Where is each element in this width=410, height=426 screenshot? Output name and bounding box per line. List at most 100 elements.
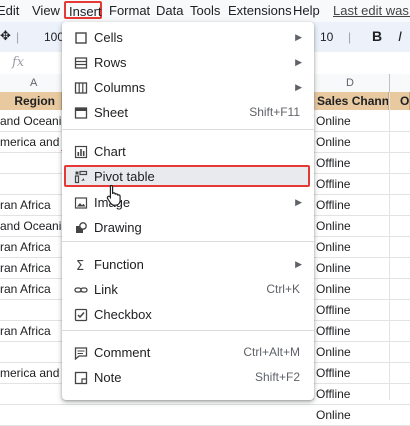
menu-item-label: Drawing	[94, 220, 142, 235]
menu-item-columns[interactable]: Columns ▶	[62, 76, 314, 100]
insert-menu: Cells ▶ Rows ▶ Columns ▶ Sheet Shift+F11 Chart Pi…	[62, 22, 314, 400]
fx-icon: fx	[12, 55, 25, 70]
chart-icon	[74, 145, 88, 159]
menu-separator	[62, 330, 314, 331]
menu-item-sheet[interactable]: Sheet Shift+F11	[62, 101, 314, 125]
image-icon	[74, 197, 88, 209]
menu-item-comment[interactable]: Comment Ctrl+Alt+M	[62, 341, 314, 365]
columns-icon	[74, 82, 88, 94]
sales-channel-cell[interactable]: Online	[316, 112, 388, 130]
menu-item-label: Columns	[94, 80, 146, 95]
menu-data[interactable]: Data	[156, 3, 183, 18]
column-header-d[interactable]: D	[346, 77, 354, 89]
sales-channel-cell[interactable]: Offline	[316, 385, 388, 403]
square-outline-icon	[75, 32, 87, 44]
column-divider	[389, 92, 390, 400]
shortcut-label: Shift+F11	[249, 105, 300, 119]
submenu-arrow-icon: ▶	[295, 197, 302, 207]
menu-view[interactable]: View	[32, 3, 60, 18]
checkbox-icon	[74, 308, 88, 322]
menu-item-rows[interactable]: Rows ▶	[62, 51, 314, 75]
region-cell[interactable]: merica and th	[0, 364, 62, 382]
menu-item-drawing[interactable]: Drawing	[62, 216, 314, 240]
sales-channel-cell[interactable]: Online	[316, 133, 388, 151]
toolbar-divider: |	[348, 30, 352, 44]
menu-item-label: Sheet	[94, 105, 128, 120]
menu-item-label: Rows	[94, 55, 127, 70]
region-cell[interactable]: ran Africa	[0, 196, 62, 214]
region-cell[interactable]	[0, 154, 62, 172]
menu-item-label: Chart	[94, 144, 126, 159]
region-cell[interactable]	[0, 343, 62, 361]
header-sales-channel[interactable]: Sales Channel	[314, 92, 389, 110]
menu-extensions[interactable]: Extensions	[228, 3, 292, 18]
sales-channel-cell[interactable]: Online	[316, 280, 388, 298]
italic-button[interactable]: I	[398, 28, 402, 44]
last-edit-link[interactable]: Last edit was 4 s	[333, 3, 410, 18]
menu-bar: Edit View Insert Format Data Tools Exten…	[0, 0, 410, 22]
hand-cursor-icon	[106, 184, 121, 206]
header-next-column[interactable]: O	[390, 92, 410, 110]
menu-item-pivot-table[interactable]: Pivot table	[62, 165, 314, 189]
submenu-arrow-icon: ▶	[295, 57, 302, 67]
row-divider	[0, 404, 410, 405]
menu-item-label: Link	[94, 282, 118, 297]
region-cell[interactable]: ran Africa	[0, 238, 62, 256]
region-cell[interactable]	[0, 175, 62, 193]
menu-separator	[62, 129, 314, 130]
shortcut-label: Ctrl+Alt+M	[243, 345, 300, 359]
menu-separator	[62, 241, 314, 242]
menu-item-function[interactable]: Σ Function ▶	[62, 253, 314, 277]
toolbar-divider: |	[16, 30, 20, 44]
menu-item-image[interactable]: Image▶	[62, 191, 314, 215]
shortcut-label: Shift+F2	[254, 370, 300, 384]
region-cell[interactable]: and Oceania	[0, 112, 62, 130]
header-region[interactable]: Region	[0, 92, 62, 110]
menu-item-label: Pivot table	[94, 169, 155, 184]
menu-item-label: Cells	[94, 30, 123, 45]
region-cell[interactable]: and Oceania	[0, 217, 62, 235]
region-cell[interactable]	[0, 385, 62, 403]
menu-item-label: Comment	[94, 345, 151, 360]
submenu-arrow-icon: ▶	[295, 82, 302, 92]
menu-tools[interactable]: Tools	[190, 3, 220, 18]
shortcut-label: Ctrl+K	[266, 282, 300, 296]
region-cell[interactable]: merica and th	[0, 133, 62, 151]
pivot-table-icon	[74, 170, 88, 184]
sales-channel-cell[interactable]: Offline	[316, 154, 388, 172]
sales-channel-cell[interactable]: Online	[316, 238, 388, 256]
sales-channel-cell[interactable]: Offline	[316, 175, 388, 193]
svg-text:Σ: Σ	[76, 259, 84, 272]
menu-item-label: Checkbox	[94, 307, 152, 322]
menu-item-note[interactable]: Note Shift+F2	[62, 366, 314, 390]
menu-item-chart[interactable]: Chart	[62, 140, 314, 164]
sales-channel-cell[interactable]: Offline	[316, 322, 388, 340]
region-cell[interactable]: ran Africa	[0, 322, 62, 340]
region-cell[interactable]	[0, 301, 62, 319]
sales-channel-cell[interactable]: Offline	[316, 301, 388, 319]
menu-insert[interactable]: Insert	[64, 1, 102, 19]
sales-channel-cell[interactable]: Offline	[316, 196, 388, 214]
font-size-field[interactable]: 10	[320, 30, 333, 44]
paint-format-icon[interactable]: ✥	[0, 28, 11, 44]
column-header-a[interactable]: A	[30, 77, 37, 89]
rows-icon	[74, 57, 88, 69]
region-cell[interactable]: ran Africa	[0, 280, 62, 298]
region-cell[interactable]	[0, 406, 62, 424]
menu-item-link[interactable]: Link Ctrl+K	[62, 278, 314, 302]
menu-item-checkbox[interactable]: Checkbox	[62, 303, 314, 327]
link-icon	[74, 287, 88, 293]
menu-format[interactable]: Format	[109, 3, 150, 18]
sales-channel-cell[interactable]: Online	[316, 217, 388, 235]
sales-channel-cell[interactable]: Online	[316, 343, 388, 361]
sales-channel-cell[interactable]: Online	[316, 406, 388, 424]
bold-button[interactable]: B	[372, 28, 382, 44]
menu-insert-label: Insert	[69, 4, 102, 19]
menu-edit[interactable]: Edit	[0, 3, 19, 18]
menu-help[interactable]: Help	[293, 3, 320, 18]
sigma-icon: Σ	[76, 259, 84, 272]
sales-channel-cell[interactable]: Online	[316, 259, 388, 277]
sales-channel-cell[interactable]: Offline	[316, 364, 388, 382]
menu-item-cells[interactable]: Cells ▶	[62, 26, 314, 50]
region-cell[interactable]: ran Africa	[0, 259, 62, 277]
